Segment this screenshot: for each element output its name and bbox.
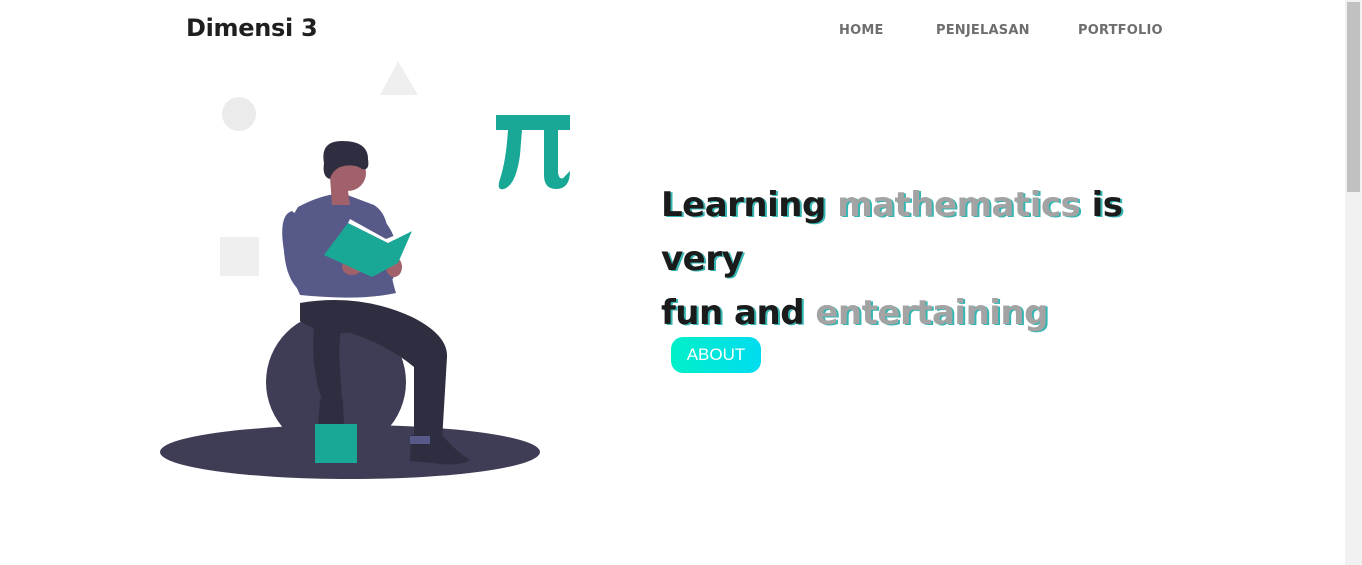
pi-icon [496, 115, 570, 190]
main-nav: HOME PENJELASAN PORTFOLIO [0, 23, 1345, 43]
nav-link-portfolio[interactable]: PORTFOLIO [1078, 23, 1163, 38]
about-button[interactable]: ABOUT [671, 337, 761, 373]
circle-shape [222, 97, 256, 131]
person-reading-illustration [160, 61, 570, 479]
page: Dimensi 3 HOME PENJELASAN PORTFOLIO Lear… [0, 0, 1345, 565]
hero-heading: Learning mathematics is very fun and ent… [661, 178, 1181, 340]
hero-text-mathematics: mathematics [837, 185, 1081, 225]
hero-text-line2-start: fun and [661, 293, 816, 333]
nav-link-home[interactable]: HOME [839, 23, 884, 38]
triangle-shape [380, 61, 418, 95]
nav-link-penjelasan[interactable]: PENJELASAN [936, 23, 1030, 38]
scrollbar-thumb[interactable] [1347, 2, 1360, 192]
square-shape [220, 237, 259, 276]
hero-text-line1-start: Learning [661, 185, 838, 225]
teal-box [315, 424, 357, 463]
hero-text-entertaining: entertaining [815, 293, 1048, 333]
vertical-scrollbar[interactable] [1345, 0, 1362, 565]
